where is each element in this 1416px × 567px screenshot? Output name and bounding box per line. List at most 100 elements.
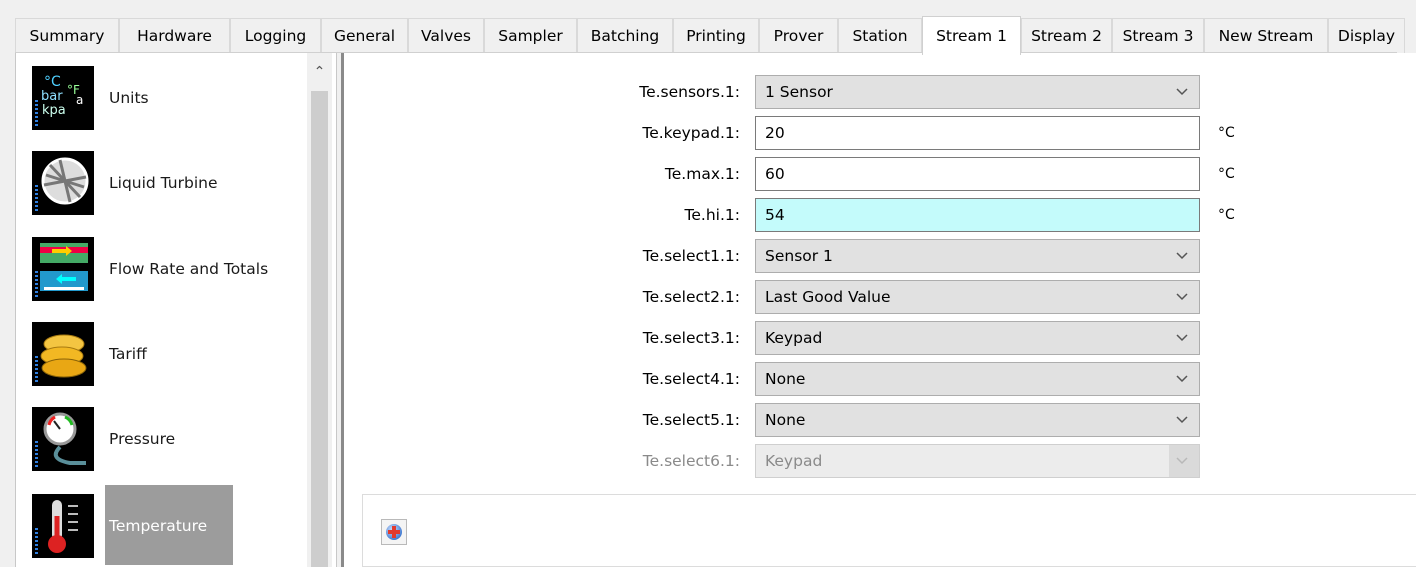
select-te-select2-1[interactable]: Last Good Value [755,280,1200,314]
level-meter [35,356,38,382]
category-pressure[interactable]: Pressure [16,407,306,481]
category-flow-rate-and-totals[interactable]: Flow Rate and Totals [16,237,306,311]
input-te-hi-1[interactable]: 54 [755,198,1200,232]
tab-display[interactable]: Display [1328,18,1405,53]
tab-new-stream[interactable]: New Stream [1204,18,1328,53]
svg-text:kpa: kpa [42,103,66,118]
row-te-max-1: Te.max.1: 60 °C [344,155,1416,193]
field-value: 60 [765,165,785,183]
field-label: Te.max.1: [664,165,740,183]
select-te-select5-1[interactable]: None [755,403,1200,437]
tab-batching[interactable]: Batching [577,18,673,53]
category-liquid-turbine[interactable]: Liquid Turbine [16,151,306,225]
tab-sampler[interactable]: Sampler [484,18,577,53]
category-label: Flow Rate and Totals [109,260,269,278]
unit-label: °C [1218,166,1235,182]
add-plus-icon [386,524,402,540]
select-te-select4-1[interactable]: None [755,362,1200,396]
units-icon: °C bar °F a kpa [32,66,94,130]
unit-label: °C [1218,207,1235,223]
thermometer-icon [32,494,94,558]
tab-printing[interactable]: Printing [673,18,759,53]
level-meter [35,100,38,126]
tab-station[interactable]: Station [838,18,922,53]
category-temperature[interactable]: Temperature [16,485,306,567]
category-label: Temperature [109,517,208,535]
field-label: Te.select2.1: [642,288,740,306]
category-tariff[interactable]: Tariff [16,322,306,396]
turbine-icon [32,151,94,215]
category-list: Temperature Pressure Tariff Flow Rate an… [15,53,337,567]
scroll-thumb[interactable] [311,91,328,567]
chevron-down-icon[interactable] [1175,85,1189,99]
chevron-down-icon[interactable] [1175,372,1189,386]
category-label: Tariff [109,345,147,363]
svg-text:°C: °C [44,74,61,90]
tab-prover[interactable]: Prover [759,18,838,53]
field-label: Te.hi.1: [684,206,740,224]
field-label: Te.select6.1: [642,452,740,470]
select-te-select3-1[interactable]: Keypad [755,321,1200,355]
level-meter [35,528,38,554]
svg-text:a: a [76,93,83,107]
field-value: Keypad [765,329,823,347]
add-item-area [362,494,1416,567]
row-te-select1-1: Te.select1.1: Sensor 1 [344,237,1416,275]
row-te-select3-1: Te.select3.1: Keypad [344,319,1416,357]
chevron-down-icon[interactable] [1175,290,1189,304]
field-value: 1 Sensor [765,83,833,101]
row-te-hi-1: Te.hi.1: 54 °C [344,196,1416,234]
level-meter [35,271,38,297]
field-value: Last Good Value [765,288,891,306]
category-units[interactable]: °C bar °F a kpa Units [16,66,306,140]
tab-valves[interactable]: Valves [408,18,484,53]
input-te-keypad-1[interactable]: 20 [755,116,1200,150]
field-label: Te.keypad.1: [642,124,740,142]
tab-stream-2[interactable]: Stream 2 [1021,18,1112,53]
tab-summary[interactable]: Summary [15,18,119,53]
tab-logging[interactable]: Logging [230,18,321,53]
add-button[interactable] [381,519,407,545]
category-label: Pressure [109,430,176,448]
row-te-select4-1: Te.select4.1: None [344,360,1416,398]
field-label: Te.select3.1: [642,329,740,347]
row-te-select6-1: Te.select6.1: Keypad [344,442,1416,480]
pressure-gauge-icon [32,407,94,471]
field-value: 54 [765,206,785,224]
form-panel: Te.sensors.1: 1 Sensor Te.keypad.1: 20 °C Te.… [341,53,1416,567]
tab-general[interactable]: General [321,18,408,53]
field-label: Te.select4.1: [642,370,740,388]
select-te-sensors-1[interactable]: 1 Sensor [755,75,1200,109]
field-value: None [765,370,806,388]
chevron-down-icon[interactable] [1175,249,1189,263]
level-meter [35,441,38,467]
field-value: 20 [765,124,785,142]
unit-label: °C [1218,125,1235,141]
field-label: Te.select1.1: [642,247,740,265]
select-te-select1-1[interactable]: Sensor 1 [755,239,1200,273]
field-label: Te.sensors.1: [639,83,740,101]
tab-stream-1[interactable]: Stream 1 [922,16,1021,55]
category-scrollbar[interactable]: ⌃ [307,53,332,567]
select-te-select6-1: Keypad [755,444,1200,478]
field-value: None [765,411,806,429]
row-te-select2-1: Te.select2.1: Last Good Value [344,278,1416,316]
category-label: Liquid Turbine [109,174,218,192]
chevron-down-icon[interactable] [1175,331,1189,345]
tab-stream-3[interactable]: Stream 3 [1112,18,1204,53]
chevron-down-icon[interactable] [1175,413,1189,427]
scroll-up-arrow-icon[interactable]: ⌃ [307,53,332,91]
field-value: Keypad [765,452,823,470]
field-label: Te.select5.1: [642,411,740,429]
row-te-select5-1: Te.select5.1: None [344,401,1416,439]
flow-rate-icon [32,237,94,301]
row-te-sensors-1: Te.sensors.1: 1 Sensor [344,73,1416,111]
level-meter [35,185,38,211]
input-te-max-1[interactable]: 60 [755,157,1200,191]
chevron-down-icon [1176,457,1188,465]
coins-icon [32,322,94,386]
field-value: Sensor 1 [765,247,833,265]
tab-hardware[interactable]: Hardware [119,18,230,53]
row-te-keypad-1: Te.keypad.1: 20 °C [344,114,1416,152]
svg-text:bar: bar [41,89,63,104]
